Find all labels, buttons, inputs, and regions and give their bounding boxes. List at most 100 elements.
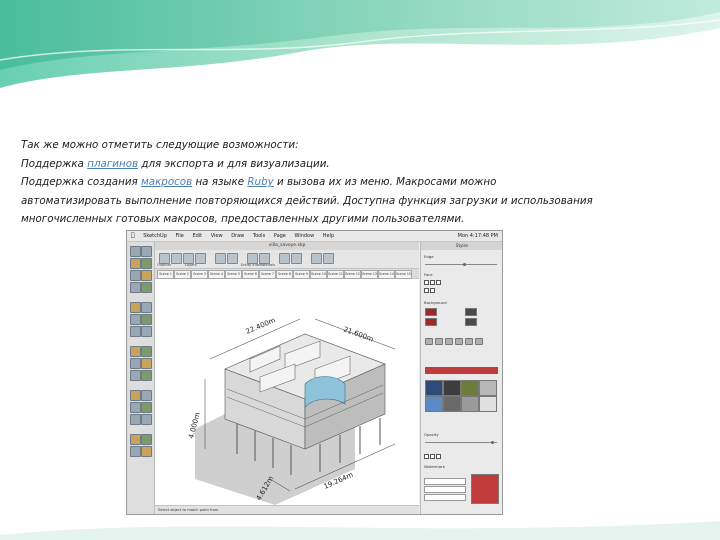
tab-scene-3[interactable]: Scene 3 <box>191 270 208 279</box>
ground-color-swatch[interactable] <box>425 318 437 326</box>
zoom-extents-tool-icon[interactable] <box>130 414 141 425</box>
panel-tool-icon-5[interactable] <box>465 338 473 345</box>
arc-tool-icon[interactable] <box>141 258 152 269</box>
menu-view[interactable]: View <box>211 231 223 241</box>
palette-swatch-7[interactable] <box>461 396 479 412</box>
text-tool-icon[interactable] <box>141 358 152 369</box>
tab-scene-7[interactable]: Scene 7 <box>259 270 276 279</box>
opacity-slider-knob[interactable] <box>491 441 494 444</box>
3d-model-viewport[interactable]: 22.400m 21.600m 4.000m 4.612m 19.264m <box>155 279 419 505</box>
soften-edges-icon[interactable] <box>291 253 302 264</box>
palette-swatch-4[interactable] <box>479 380 497 396</box>
shadows-icon[interactable] <box>215 253 226 264</box>
tab-scene-9[interactable]: Scene 9 <box>293 270 310 279</box>
tab-scene-14[interactable]: Scene 14 <box>378 270 395 279</box>
opacity-controls-row[interactable] <box>424 454 442 459</box>
plugins-line-suffix: для экспорта и для визуализации. <box>138 157 330 170</box>
panel-tool-icon-6[interactable] <box>475 338 483 345</box>
palette-swatch-2[interactable] <box>443 380 461 396</box>
rotate-tool-icon[interactable] <box>130 314 141 325</box>
polygon-tool-icon[interactable] <box>130 282 141 293</box>
freehand-tool-icon[interactable] <box>141 282 152 293</box>
background-color-swatch[interactable] <box>425 308 437 316</box>
edit-field-2[interactable] <box>424 486 466 493</box>
edge-slider[interactable] <box>425 264 497 265</box>
push-pull-tool-icon[interactable] <box>141 302 152 313</box>
intro-line: Так же можно отметить следующие возможно… <box>21 139 299 151</box>
styles-panel: Styles Edge Face Background Opacity Wate… <box>420 242 502 514</box>
face-options-row[interactable] <box>424 280 442 285</box>
palette-swatch-8[interactable] <box>479 396 497 412</box>
menu-window[interactable]: Window <box>294 231 314 241</box>
edit-field-1[interactable] <box>424 478 466 485</box>
tab-scene-5[interactable]: Scene 5 <box>225 270 242 279</box>
tab-scene-15[interactable]: Scene 15 <box>395 270 412 279</box>
circle-tool-icon[interactable] <box>141 270 152 281</box>
edit-color-preview[interactable] <box>471 474 499 504</box>
pan-tool-icon[interactable] <box>141 390 152 401</box>
protractor-tool-icon[interactable] <box>130 358 141 369</box>
toolbar-label-entity-info: Entity Info <box>241 263 259 267</box>
offset-tool-icon[interactable] <box>141 326 152 337</box>
menu-edit[interactable]: Edit <box>192 231 202 241</box>
section-plane-tool-icon[interactable] <box>141 446 152 457</box>
edit-field-3[interactable] <box>424 494 466 501</box>
match-photo-icon[interactable] <box>311 253 322 264</box>
menu-tools[interactable]: Tools <box>253 231 265 241</box>
tab-scene-6[interactable]: Scene 6 <box>242 270 259 279</box>
macros-link[interactable]: макросов <box>141 176 192 188</box>
position-camera-tool-icon[interactable] <box>130 434 141 445</box>
edge-slider-knob[interactable] <box>463 263 466 266</box>
menu-draw[interactable]: Draw <box>231 231 244 241</box>
menu-sketchup[interactable]: SketchUp <box>143 231 167 241</box>
palette-swatch-5[interactable] <box>425 396 443 412</box>
tape-tool-icon[interactable] <box>130 346 141 357</box>
tab-scene-8[interactable]: Scene 8 <box>276 270 293 279</box>
sky-color-swatch[interactable] <box>465 308 477 316</box>
eraser-tool-icon[interactable] <box>141 246 152 257</box>
zoom-tool-icon[interactable] <box>130 402 141 413</box>
panel-tool-icon-3[interactable] <box>445 338 453 345</box>
dimension-tool-icon[interactable] <box>141 346 152 357</box>
menu-help[interactable]: Help <box>323 231 334 241</box>
walk-tool-icon[interactable] <box>141 434 152 445</box>
menu-file[interactable]: File <box>175 231 183 241</box>
ruby-link[interactable]: Ruby <box>247 176 273 188</box>
tab-scene-2[interactable]: Scene 2 <box>174 270 191 279</box>
panel-tool-icon-2[interactable] <box>435 338 443 345</box>
horizon-color-swatch[interactable] <box>465 318 477 326</box>
tab-scene-10[interactable]: Scene 10 <box>310 270 327 279</box>
menu-page[interactable]: Page <box>274 231 286 241</box>
opacity-slider[interactable] <box>425 442 497 443</box>
3d-text-tool-icon[interactable] <box>141 370 152 381</box>
apple-icon[interactable]:  <box>131 231 135 241</box>
components-icon[interactable] <box>171 253 182 264</box>
scale-tool-icon[interactable] <box>130 326 141 337</box>
plugins-link[interactable]: плагинов <box>87 158 138 170</box>
palette-swatch-3[interactable] <box>461 380 479 396</box>
line-tool-icon[interactable] <box>130 258 141 269</box>
tab-scene-4[interactable]: Scene 4 <box>208 270 225 279</box>
fog-icon[interactable] <box>227 253 238 264</box>
panel-tool-icon-1[interactable] <box>425 338 433 345</box>
instructor-icon[interactable] <box>323 253 334 264</box>
orbit-tool-icon[interactable] <box>130 390 141 401</box>
select-tool-icon[interactable] <box>130 246 141 257</box>
panel-tool-icon-4[interactable] <box>455 338 463 345</box>
palette-swatch-1[interactable] <box>425 380 443 396</box>
scenes-icon[interactable] <box>279 253 290 264</box>
tab-scene-1[interactable]: Scene 1 <box>157 270 174 279</box>
tab-scene-12[interactable]: Scene 12 <box>344 270 361 279</box>
previous-view-tool-icon[interactable] <box>141 414 152 425</box>
tab-scene-13[interactable]: Scene 13 <box>361 270 378 279</box>
look-around-tool-icon[interactable] <box>130 446 141 457</box>
axes-tool-icon[interactable] <box>130 370 141 381</box>
move-tool-icon[interactable] <box>130 302 141 313</box>
zoom-window-tool-icon[interactable] <box>141 402 152 413</box>
plugins-line: Поддержка плагинов для экспорта и для ви… <box>21 155 701 174</box>
face-options-row-2[interactable] <box>424 288 436 293</box>
tab-scene-11[interactable]: Scene 11 <box>327 270 344 279</box>
palette-swatch-6[interactable] <box>443 396 461 412</box>
follow-me-tool-icon[interactable] <box>141 314 152 325</box>
rectangle-tool-icon[interactable] <box>130 270 141 281</box>
